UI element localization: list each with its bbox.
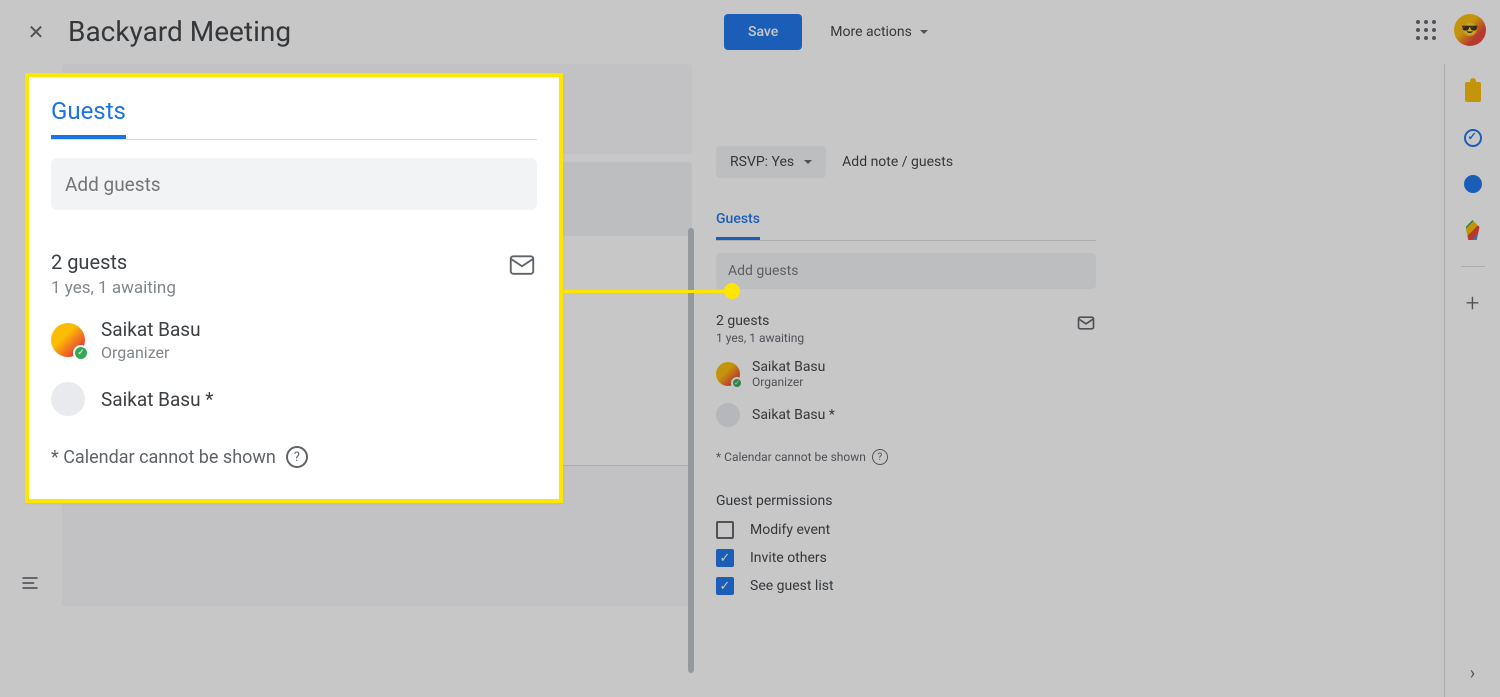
rsvp-label: RSVP: Yes <box>730 154 794 170</box>
rsvp-dropdown[interactable]: RSVP: Yes <box>716 146 826 178</box>
divider <box>1461 266 1485 267</box>
guest-count-line2: 1 yes, 1 awaiting <box>716 331 804 345</box>
save-button[interactable]: Save <box>724 14 802 50</box>
perm-modify-label: Modify event <box>750 522 830 538</box>
event-title-input[interactable] <box>68 15 688 50</box>
callout-tab-guests: Guests <box>51 97 126 139</box>
check-badge-icon: ✓ <box>731 377 743 389</box>
guest-name: Saikat Basu <box>752 359 825 375</box>
callout-add-guests-input[interactable] <box>51 158 537 210</box>
add-guests-input[interactable] <box>716 253 1096 289</box>
account-avatar[interactable]: 😎 <box>1454 14 1486 46</box>
google-side-panel: + › <box>1444 64 1500 697</box>
avatar: ✓ <box>51 323 85 357</box>
tab-guests[interactable]: Guests <box>716 211 760 240</box>
perm-seelist-label: See guest list <box>750 578 834 594</box>
callout-footnote-text: * Calendar cannot be shown <box>51 447 276 468</box>
callout-connector-line <box>562 290 728 293</box>
keep-icon[interactable] <box>1463 82 1483 102</box>
avatar: ✓ <box>716 362 740 386</box>
guest-row-organizer[interactable]: ✓ Saikat Basu Organizer <box>716 359 1096 389</box>
zoom-callout: Guests 2 guests 1 yes, 1 awaiting ✓ Saik… <box>25 73 563 503</box>
email-guests-icon[interactable] <box>1076 313 1096 333</box>
contacts-icon[interactable] <box>1463 174 1483 194</box>
callout-footnote: * Calendar cannot be shown ? <box>51 446 537 468</box>
caret-down-icon <box>804 160 812 164</box>
avatar <box>716 403 740 427</box>
calendar-footnote: * Calendar cannot be shown ? <box>716 449 1096 465</box>
perm-invite-label: Invite others <box>750 550 827 566</box>
guest-role: Organizer <box>752 375 825 389</box>
tasks-icon[interactable] <box>1463 128 1483 148</box>
close-button[interactable]: ✕ <box>16 12 56 52</box>
help-icon[interactable]: ? <box>872 449 888 465</box>
checkbox-invite-others[interactable]: ✓ <box>716 549 734 567</box>
more-actions-label: More actions <box>830 24 912 40</box>
callout-guest-row-organizer: ✓ Saikat Basu Organizer <box>51 318 537 362</box>
add-note-link[interactable]: Add note / guests <box>842 154 953 170</box>
notes-icon <box>20 573 40 593</box>
add-addon-icon[interactable]: + <box>1463 293 1483 313</box>
guest-name: Saikat Basu * <box>752 407 835 423</box>
callout-guest-role: Organizer <box>101 343 201 362</box>
google-apps-icon[interactable] <box>1416 20 1440 44</box>
more-actions-button[interactable]: More actions <box>818 14 940 50</box>
close-icon: ✕ <box>28 20 45 44</box>
avatar <box>51 382 85 416</box>
checkbox-see-guest-list[interactable]: ✓ <box>716 577 734 595</box>
callout-guest-name: Saikat Basu * <box>101 388 213 411</box>
check-badge-icon: ✓ <box>73 345 89 361</box>
scrollbar-thumb[interactable] <box>688 228 694 673</box>
permissions-header: Guest permissions <box>716 493 1096 509</box>
callout-guest-name: Saikat Basu <box>101 318 201 341</box>
callout-count-line2: 1 yes, 1 awaiting <box>51 278 176 298</box>
footnote-text: * Calendar cannot be shown <box>716 450 866 464</box>
checkbox-modify-event[interactable] <box>716 521 734 539</box>
help-icon: ? <box>286 446 308 468</box>
guest-row[interactable]: Saikat Basu * <box>716 403 1096 427</box>
callout-email-icon[interactable] <box>507 250 537 280</box>
caret-down-icon <box>920 30 928 34</box>
callout-connector-dot <box>724 283 740 299</box>
hide-side-panel-icon[interactable]: › <box>1463 663 1483 683</box>
maps-icon[interactable] <box>1463 220 1483 240</box>
callout-count-line1: 2 guests <box>51 250 176 274</box>
callout-guest-row: Saikat Basu * <box>51 382 537 416</box>
guest-count-line1: 2 guests <box>716 313 804 329</box>
